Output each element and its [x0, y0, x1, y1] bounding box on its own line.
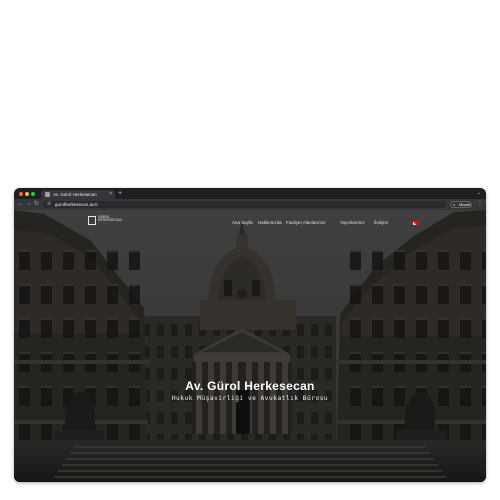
browser-window: Av. Gürol Herkesecan × + ⌄ ← → ↻ ⊜ gurol… [14, 188, 486, 482]
profile-button[interactable]: ● Misafir [450, 201, 472, 208]
logo-text: GÜROL HERKESECAN [98, 215, 122, 223]
arrow-left-icon[interactable]: ← [18, 201, 24, 208]
minimize-window-button[interactable] [25, 192, 29, 196]
browser-toolbar: ← → ↻ ⊜ gurolherkesecan.av.tr ● Misafir … [14, 199, 486, 210]
guest-profile-icon: ● [453, 202, 456, 207]
hero-overlay [14, 210, 486, 482]
close-window-button[interactable] [19, 192, 23, 196]
address-bar[interactable]: ⊜ gurolherkesecan.av.tr [43, 201, 446, 208]
site-navigation: Ana Sayfa Hakkımızda Faaliyet Alanlarımı… [232, 220, 422, 228]
favicon-icon [45, 192, 50, 197]
tab-search-icon[interactable]: ⌄ [477, 190, 481, 197]
browser-tab[interactable]: Av. Gürol Herkesecan × [41, 190, 115, 199]
arrow-right-icon[interactable]: → [26, 201, 32, 208]
url-text: gurolherkesecan.av.tr [55, 202, 98, 207]
site-info-icon[interactable]: ⊜ [47, 201, 51, 208]
tab-title: Av. Gürol Herkesecan [53, 192, 97, 197]
turkey-flag-icon[interactable] [412, 221, 419, 225]
tab-bar: Av. Gürol Herkesecan × + ⌄ [14, 188, 486, 199]
hero-subtitle: Hukuk Müşavirliği ve Avukatlık Bürosu [171, 395, 329, 402]
profile-label: Misafir [459, 202, 471, 207]
nav-item-contact[interactable]: İletişim [374, 220, 388, 226]
maximize-window-button[interactable] [31, 192, 35, 196]
nav-item-home[interactable]: Ana Sayfa [232, 220, 253, 226]
nav-item-practice-areas[interactable]: Faaliyet Alanlarımız [286, 220, 326, 226]
page-viewport: GÜROL HERKESECAN Ana Sayfa Hakkımızda Fa… [14, 210, 486, 482]
logo-line-2: HERKESECAN [98, 218, 122, 223]
nav-item-about[interactable]: Hakkımızda [258, 220, 282, 226]
kebab-menu-icon[interactable]: ⋮ [477, 201, 483, 208]
tab-close-icon[interactable]: × [109, 191, 112, 198]
nav-item-publications[interactable]: Yayınlarımız [340, 220, 365, 226]
reload-icon[interactable]: ↻ [34, 201, 39, 208]
hero-title: Av. Gürol Herkesecan [185, 379, 315, 393]
site-logo[interactable]: GÜROL HERKESECAN [88, 215, 124, 227]
logo-mark-icon [88, 216, 96, 225]
new-tab-button[interactable]: + [118, 190, 122, 198]
